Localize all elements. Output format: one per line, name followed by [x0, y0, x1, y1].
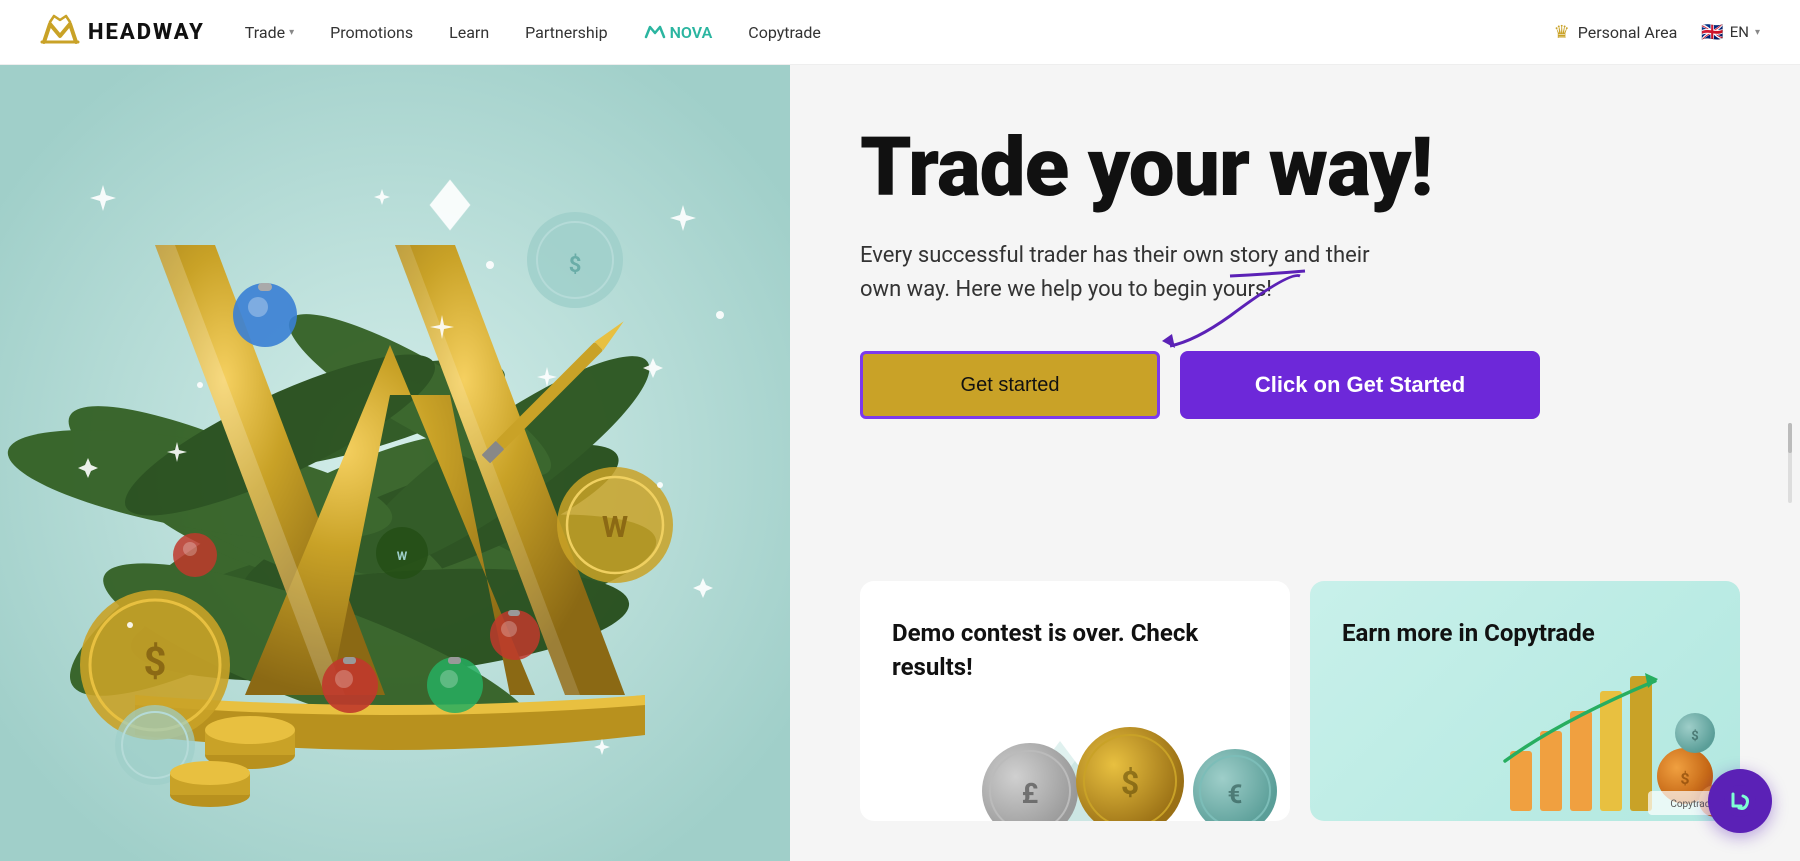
cta-row: Get started Click on Get Started: [860, 351, 1740, 419]
personal-area-link[interactable]: ♛ Personal Area: [1554, 22, 1678, 43]
svg-text:$: $: [144, 638, 167, 685]
logo[interactable]: HEADWAY: [40, 14, 205, 50]
svg-text:$: $: [569, 253, 582, 278]
nav-nova[interactable]: NOVA: [644, 23, 713, 42]
chat-icon: [1723, 784, 1757, 818]
svg-text:€: €: [1228, 780, 1243, 810]
bottom-cards: Demo contest is over. Check results!: [860, 581, 1740, 821]
flag-icon: 🇬🇧: [1701, 22, 1723, 43]
svg-text:W: W: [397, 549, 408, 563]
demo-coins-decoration: £ $ €: [860, 691, 1290, 821]
demo-contest-card[interactable]: Demo contest is over. Check results!: [860, 581, 1290, 821]
copytrade-chart-decoration: $ $ $ Copytrade: [1500, 661, 1740, 821]
svg-text:W: W: [602, 510, 628, 545]
nav-trade[interactable]: Trade ▾: [245, 23, 294, 42]
copytrade-title: Earn more in Copytrade: [1342, 617, 1708, 651]
nav-promotions[interactable]: Promotions: [330, 23, 413, 42]
demo-contest-title: Demo contest is over. Check results!: [892, 617, 1258, 684]
copytrade-card[interactable]: Earn more in Copytrade: [1310, 581, 1740, 821]
nova-icon: [644, 23, 666, 41]
svg-text:$: $: [1680, 769, 1689, 788]
nav-learn[interactable]: Learn: [449, 23, 489, 42]
nav-copytrade[interactable]: Copytrade: [748, 23, 821, 42]
language-selector[interactable]: 🇬🇧 EN ▾: [1701, 22, 1760, 43]
navbar: HEADWAY Trade ▾ Promotions Learn Partner…: [0, 0, 1800, 65]
chat-button[interactable]: [1708, 769, 1772, 833]
main-content: $ W $: [0, 65, 1800, 861]
get-started-button[interactable]: Get started: [860, 351, 1160, 419]
hero-image-panel: $ W $: [0, 65, 790, 861]
logo-text: HEADWAY: [88, 20, 205, 45]
hero-title: Trade your way!: [860, 125, 1740, 211]
scroll-thumb: [1788, 423, 1792, 453]
trade-chevron-icon: ▾: [289, 27, 294, 38]
crown-icon: ♛: [1554, 22, 1570, 43]
navbar-right: ♛ Personal Area 🇬🇧 EN ▾: [1554, 22, 1760, 43]
nav-partnership[interactable]: Partnership: [525, 23, 607, 42]
hero-scene-svg: $ W $: [0, 65, 790, 861]
nav-menu: Trade ▾ Promotions Learn Partnership NOV…: [245, 23, 1554, 42]
lang-chevron-icon: ▾: [1755, 27, 1760, 38]
svg-text:$: $: [1691, 729, 1698, 744]
scrollbar[interactable]: [1788, 423, 1792, 503]
hero-subtitle: Every successful trader has their own st…: [860, 239, 1380, 307]
right-panel: Trade your way! Every successful trader …: [790, 65, 1800, 861]
svg-text:$: $: [1121, 764, 1139, 802]
click-on-get-started-button[interactable]: Click on Get Started: [1180, 351, 1540, 419]
headway-logo-icon: [40, 14, 80, 50]
svg-text:£: £: [1022, 777, 1039, 810]
